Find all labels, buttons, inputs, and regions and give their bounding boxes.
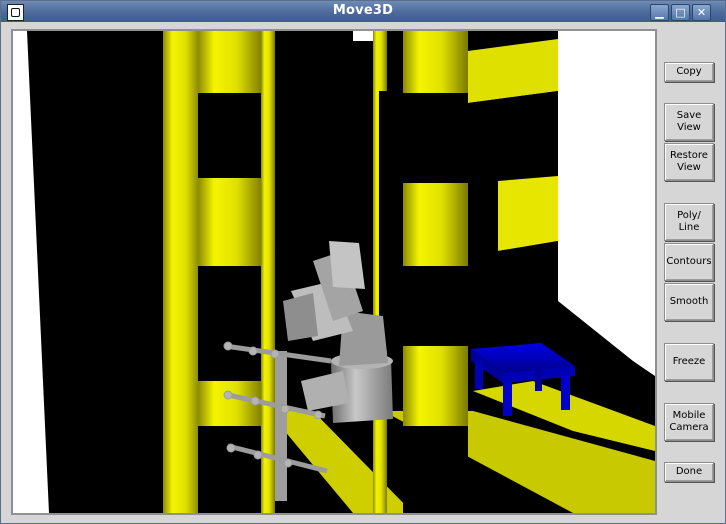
right-pillar xyxy=(403,31,468,513)
freeze-button[interactable]: Freeze xyxy=(664,343,714,381)
3d-viewport[interactable] xyxy=(11,29,657,515)
minimize-button[interactable]: ▁ xyxy=(650,4,669,21)
copy-button[interactable]: Copy xyxy=(664,62,714,82)
contours-button[interactable]: Contours xyxy=(664,243,714,281)
restore-view-button[interactable]: Restore View xyxy=(664,143,714,181)
left-panel xyxy=(163,31,201,513)
left-pillar xyxy=(198,31,275,513)
done-button[interactable]: Done xyxy=(664,462,714,482)
window-title: Move3D xyxy=(332,3,394,18)
left-wall xyxy=(27,31,163,513)
poly-line-button[interactable]: Poly/ Line xyxy=(664,203,714,241)
maximize-button[interactable]: □ xyxy=(671,4,690,21)
close-icon: ✕ xyxy=(696,6,707,19)
save-view-button[interactable]: Save View xyxy=(664,103,714,141)
minimize-icon: ▁ xyxy=(655,6,664,19)
smooth-button[interactable]: Smooth xyxy=(664,283,714,321)
maximize-icon: □ xyxy=(675,6,686,19)
move3d-window: Move3D ▁ □ ✕ Copy Save View Restore View… xyxy=(0,0,726,524)
close-button[interactable]: ✕ xyxy=(692,4,711,21)
scene-render[interactable] xyxy=(13,31,655,513)
mobile-camera-button[interactable]: Mobile Camera xyxy=(664,403,714,441)
title-bar[interactable]: Move3D ▁ □ ✕ xyxy=(1,1,725,22)
middle-panel xyxy=(373,31,389,513)
